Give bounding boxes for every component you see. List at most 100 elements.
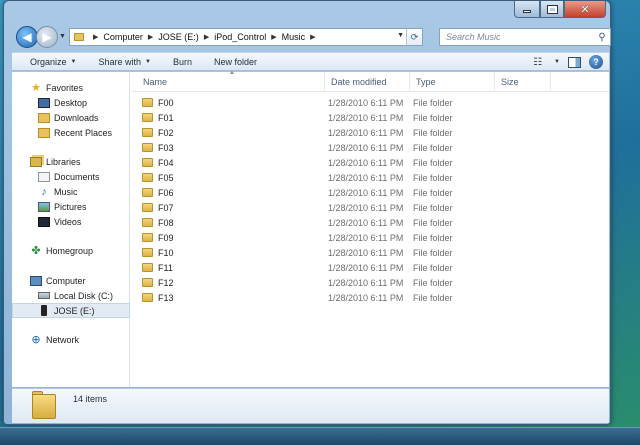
- sidebar-item-label: Computer: [46, 275, 86, 286]
- breadcrumb-drive[interactable]: JOSE (E:): [158, 32, 199, 42]
- file-name: F10: [158, 247, 174, 258]
- file-row[interactable]: F07 1/28/2010 6:11 PM File folder: [131, 200, 609, 215]
- breadcrumb-music[interactable]: Music: [282, 32, 306, 42]
- help-icon[interactable]: ?: [589, 55, 603, 69]
- file-row[interactable]: F01 1/28/2010 6:11 PM File folder: [131, 110, 609, 125]
- sort-ascending-icon: ▲: [229, 70, 235, 76]
- file-row[interactable]: F02 1/28/2010 6:11 PM File folder: [131, 125, 609, 140]
- computer-group: Computer Local Disk (C:) JOSE (E:): [12, 273, 130, 318]
- file-date-modified: 1/28/2010 6:11 PM: [328, 202, 404, 213]
- file-row[interactable]: F12 1/28/2010 6:11 PM File folder: [131, 275, 609, 290]
- breadcrumb-separator-icon[interactable]: ▶: [148, 33, 153, 41]
- breadcrumb-separator-icon[interactable]: ▶: [93, 33, 98, 41]
- breadcrumb-separator-icon[interactable]: ▶: [204, 33, 209, 41]
- sidebar-item-homegroup[interactable]: ✤ Homegroup: [12, 243, 130, 258]
- column-header-type[interactable]: Type: [410, 72, 495, 92]
- sidebar-item-label: Music: [54, 186, 78, 197]
- file-date-modified: 1/28/2010 6:11 PM: [328, 157, 404, 168]
- sidebar-item-label: JOSE (E:): [54, 305, 95, 316]
- change-view-icon[interactable]: ☷: [533, 57, 542, 68]
- sidebar-item-label: Videos: [54, 216, 82, 227]
- address-dropdown-icon[interactable]: ▼: [397, 32, 404, 39]
- favorites-group: ★ Favorites Desktop Downloads Recent Pla…: [12, 80, 130, 140]
- burn-button[interactable]: Burn: [165, 57, 200, 67]
- file-row[interactable]: F05 1/28/2010 6:11 PM File folder: [131, 170, 609, 185]
- sidebar-item-computer[interactable]: Computer: [12, 273, 130, 288]
- item-count: 14 items: [73, 394, 108, 404]
- file-row[interactable]: F04 1/28/2010 6:11 PM File folder: [131, 155, 609, 170]
- burn-label: Burn: [172, 56, 192, 67]
- sidebar-item-network[interactable]: ⊕ Network: [12, 332, 130, 347]
- file-name: F08: [158, 217, 174, 228]
- search-input[interactable]: Search Music ⚲: [439, 28, 611, 46]
- file-row[interactable]: F06 1/28/2010 6:11 PM File folder: [131, 185, 609, 200]
- file-type: File folder: [413, 127, 453, 138]
- file-row[interactable]: F10 1/28/2010 6:11 PM File folder: [131, 245, 609, 260]
- file-type: File folder: [413, 232, 453, 243]
- breadcrumb-separator-icon[interactable]: ▶: [271, 33, 276, 41]
- sidebar-item-local-disk[interactable]: Local Disk (C:): [12, 288, 130, 303]
- sidebar-item-videos[interactable]: Videos: [12, 214, 130, 229]
- share-with-button[interactable]: Share with ▼: [90, 57, 158, 67]
- file-row[interactable]: F13 1/28/2010 6:11 PM File folder: [131, 290, 609, 305]
- file-row[interactable]: F03 1/28/2010 6:11 PM File folder: [131, 140, 609, 155]
- organize-button[interactable]: Organize ▼: [22, 57, 84, 67]
- pictures-icon: [38, 201, 50, 212]
- breadcrumb-separator-icon[interactable]: ▶: [310, 33, 315, 41]
- column-header-date[interactable]: Date modified: [325, 72, 410, 92]
- sidebar-item-label: Downloads: [54, 112, 99, 123]
- file-row[interactable]: F08 1/28/2010 6:11 PM File folder: [131, 215, 609, 230]
- forward-button[interactable]: ▶: [36, 26, 58, 48]
- details-pane: 14 items: [12, 388, 609, 423]
- search-icon[interactable]: ⚲: [594, 32, 610, 43]
- sidebar-item-documents[interactable]: Documents: [12, 169, 130, 184]
- folder-icon: [142, 98, 153, 107]
- sidebar-item-downloads[interactable]: Downloads: [12, 110, 130, 125]
- file-type: File folder: [413, 187, 453, 198]
- navigation-bar: ◀ ▶ ▼ ▶ Computer ▶ JOSE (E:) ▶ iPod_Cont…: [12, 25, 611, 51]
- file-date-modified: 1/28/2010 6:11 PM: [328, 127, 404, 138]
- file-name: F00: [158, 97, 174, 108]
- share-with-label: Share with: [98, 56, 142, 67]
- network-icon: ⊕: [31, 334, 41, 346]
- folder-icon: [142, 113, 153, 122]
- address-bar[interactable]: ▶ Computer ▶ JOSE (E:) ▶ iPod_Control ▶ …: [69, 28, 423, 46]
- sidebar-item-pictures[interactable]: Pictures: [12, 199, 130, 214]
- sidebar-item-libraries[interactable]: Libraries: [12, 154, 130, 169]
- column-header-size[interactable]: Size: [495, 72, 551, 92]
- column-header-name[interactable]: Name ▲: [137, 70, 325, 92]
- refresh-icon[interactable]: ⟳: [406, 29, 422, 45]
- file-type: File folder: [413, 97, 453, 108]
- recent-pages-dropdown[interactable]: ▼: [59, 33, 66, 40]
- file-row[interactable]: F00 1/28/2010 6:11 PM File folder: [131, 95, 609, 110]
- sidebar-item-music[interactable]: ♪ Music: [12, 184, 130, 199]
- videos-icon: [38, 216, 50, 227]
- desktop-icon: [38, 97, 50, 108]
- file-name: F05: [158, 172, 174, 183]
- file-type: File folder: [413, 217, 453, 228]
- ipod-icon: [41, 305, 47, 316]
- file-date-modified: 1/28/2010 6:11 PM: [328, 277, 404, 288]
- maximize-button[interactable]: [540, 1, 564, 18]
- sidebar-item-recent-places[interactable]: Recent Places: [12, 125, 130, 140]
- minimize-button[interactable]: [514, 1, 540, 18]
- file-row[interactable]: F09 1/28/2010 6:11 PM File folder: [131, 230, 609, 245]
- folder-icon: [142, 128, 153, 137]
- sidebar-item-desktop[interactable]: Desktop: [12, 95, 130, 110]
- breadcrumb-ipod-control[interactable]: iPod_Control: [214, 32, 266, 42]
- sidebar-item-label: Homegroup: [46, 245, 94, 256]
- view-options-chevron-icon[interactable]: ▼: [554, 59, 560, 65]
- sidebar-item-jose-drive[interactable]: JOSE (E:): [12, 303, 130, 318]
- close-button[interactable]: ✕: [564, 1, 606, 18]
- preview-pane-icon[interactable]: [568, 56, 581, 68]
- music-note-icon: ♪: [41, 185, 47, 198]
- new-folder-button[interactable]: New folder: [206, 57, 265, 67]
- sidebar-item-favorites[interactable]: ★ Favorites: [12, 80, 130, 95]
- file-row[interactable]: F11 1/28/2010 6:11 PM File folder: [131, 260, 609, 275]
- column-headers: Name ▲ Date modified Type Size: [131, 70, 609, 92]
- breadcrumb-computer[interactable]: Computer: [103, 32, 143, 42]
- back-button[interactable]: ◀: [16, 26, 38, 48]
- folder-icon: [74, 33, 84, 41]
- folder-icon: [142, 278, 153, 287]
- file-type: File folder: [413, 202, 453, 213]
